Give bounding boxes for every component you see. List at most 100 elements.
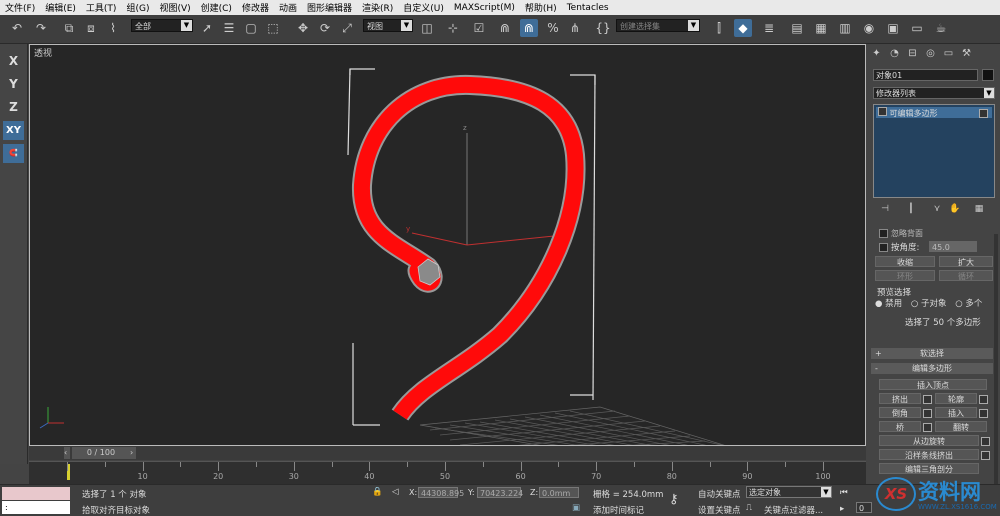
hinge-from-edge-button[interactable]: 从边旋转: [879, 435, 979, 446]
axis-x-button[interactable]: X: [3, 52, 24, 71]
graphite-tools-icon[interactable]: ▤: [788, 19, 806, 37]
angle-spinner[interactable]: 45.0: [929, 241, 977, 252]
menu-customize[interactable]: 自定义(U): [398, 1, 449, 14]
create-tab-icon[interactable]: ✦: [869, 46, 884, 61]
menu-help[interactable]: 帮助(H): [520, 1, 562, 14]
preview-subobject-radio[interactable]: ○ 子对象: [911, 299, 947, 309]
curve-editor-icon[interactable]: ▦: [812, 19, 830, 37]
shrink-button[interactable]: 收缩: [875, 256, 935, 267]
remove-modifier-icon[interactable]: ✋: [947, 202, 963, 216]
edit-named-sel-icon[interactable]: {}: [594, 19, 612, 37]
menu-modifiers[interactable]: 修改器: [237, 1, 274, 14]
key-filters-button[interactable]: 关键点过滤器...: [764, 504, 823, 516]
time-tag-icon[interactable]: ▣: [572, 503, 580, 513]
material-editor-icon[interactable]: ◉: [860, 19, 878, 37]
set-key-button[interactable]: 设置关键点: [698, 504, 741, 516]
goto-start-icon[interactable]: ⏮: [840, 488, 848, 498]
bevel-settings-icon[interactable]: [923, 409, 932, 418]
move-icon[interactable]: ✥: [294, 19, 312, 37]
keyboard-shortcut-icon[interactable]: ☑: [470, 19, 488, 37]
grow-button[interactable]: 扩大: [939, 256, 993, 267]
bind-spacewarp-icon[interactable]: ⌇: [104, 19, 122, 37]
outline-button[interactable]: 轮廓: [935, 393, 977, 404]
axis-xy-button[interactable]: XY: [3, 121, 24, 140]
bridge-settings-icon[interactable]: [923, 423, 932, 432]
inset-button[interactable]: 插入: [935, 407, 977, 418]
angle-snap-icon[interactable]: ⋒: [520, 19, 538, 37]
modifier-list-dropdown[interactable]: 修改器列表 ▼: [873, 87, 995, 99]
display-tab-icon[interactable]: ▭: [941, 46, 956, 61]
link-icon[interactable]: ⧉: [60, 19, 78, 37]
menu-tentacles[interactable]: Tentacles: [562, 3, 614, 13]
perspective-viewport[interactable]: 透视 z x y: [29, 44, 866, 446]
menu-create[interactable]: 创建(C): [196, 1, 237, 14]
pivot-icon[interactable]: ◫: [418, 19, 436, 37]
undo-icon[interactable]: ↶: [8, 19, 26, 37]
object-color-swatch[interactable]: [982, 69, 994, 81]
insert-vertex-button[interactable]: 插入顶点: [879, 379, 987, 390]
extrude-along-spline-button[interactable]: 沿样条线挤出: [879, 449, 979, 460]
time-slider-prev[interactable]: ‹: [64, 447, 70, 459]
axis-z-button[interactable]: Z: [3, 98, 24, 117]
extrude-settings-icon[interactable]: [923, 395, 932, 404]
menu-animation[interactable]: 动画: [274, 1, 302, 14]
outline-settings-icon[interactable]: [979, 395, 988, 404]
select-manipulate-icon[interactable]: ⊹: [444, 19, 462, 37]
flip-button[interactable]: 翻转: [935, 421, 987, 432]
redo-icon[interactable]: ↷: [32, 19, 50, 37]
panel-scrollbar[interactable]: [994, 234, 998, 484]
time-slider-thumb[interactable]: 0 / 100: [72, 447, 130, 459]
select-object-icon[interactable]: ➚: [198, 19, 216, 37]
x-coord-field[interactable]: 44308.895: [418, 487, 464, 498]
playback-icon[interactable]: ▸: [840, 504, 844, 514]
scale-icon[interactable]: ⤢: [338, 19, 356, 37]
menu-views[interactable]: 视图(V): [154, 1, 195, 14]
ring-button[interactable]: 环形: [875, 270, 935, 281]
maxscript-listener[interactable]: [2, 487, 70, 500]
rotate-icon[interactable]: ⟳: [316, 19, 334, 37]
mirror-icon[interactable]: ⫿: [710, 19, 728, 37]
object-name-field[interactable]: 对象01: [873, 69, 978, 81]
render-icon[interactable]: ☕: [932, 19, 950, 37]
menu-group[interactable]: 组(G): [121, 1, 154, 14]
time-slider-next[interactable]: ›: [130, 447, 136, 459]
menu-file[interactable]: 文件(F): [0, 1, 40, 14]
time-slider-track[interactable]: [29, 446, 866, 460]
key-mode-icon[interactable]: ⎍: [746, 503, 752, 513]
key-filter-dropdown[interactable]: 选定对象 ▼: [746, 486, 832, 498]
add-time-tag-button[interactable]: 添加时间标记: [593, 504, 644, 516]
ref-coord-dropdown[interactable]: 视图 ▼: [363, 19, 413, 32]
preview-multi-radio[interactable]: ○ 多个: [955, 299, 982, 309]
lock-icon[interactable]: 🔒: [372, 487, 383, 497]
inset-settings-icon[interactable]: [979, 409, 988, 418]
bevel-button[interactable]: 倒角: [879, 407, 921, 418]
motion-tab-icon[interactable]: ◎: [923, 46, 938, 61]
extrude-spline-settings-icon[interactable]: [981, 451, 990, 460]
hinge-settings-icon[interactable]: [981, 437, 990, 446]
configure-sets-icon[interactable]: ▦: [971, 202, 987, 216]
hierarchy-tab-icon[interactable]: ⊟: [905, 46, 920, 61]
spinner-snap-icon[interactable]: ⋔: [566, 19, 584, 37]
y-coord-field[interactable]: 70423.224: [477, 487, 523, 498]
utilities-tab-icon[interactable]: ⚒: [959, 46, 974, 61]
stack-item-editable-poly[interactable]: 可编辑多边形: [876, 107, 992, 118]
select-by-name-icon[interactable]: ☰: [220, 19, 238, 37]
extrude-button[interactable]: 挤出: [879, 393, 921, 404]
named-selection-field[interactable]: 创建选择集 ▼: [616, 19, 700, 32]
menu-tools[interactable]: 工具(T): [81, 1, 122, 14]
snap-toggle-icon[interactable]: ⋒: [496, 19, 514, 37]
menu-rendering[interactable]: 渲染(R): [357, 1, 398, 14]
unlink-icon[interactable]: ⧈: [82, 19, 100, 37]
rendered-frame-icon[interactable]: ▭: [908, 19, 926, 37]
current-frame-field[interactable]: 0: [856, 502, 872, 513]
axis-y-button[interactable]: Y: [3, 75, 24, 94]
menu-edit[interactable]: 编辑(E): [40, 1, 81, 14]
percent-snap-icon[interactable]: %: [544, 19, 562, 37]
stack-toggle-icon[interactable]: [979, 109, 988, 118]
by-angle-checkbox[interactable]: 按角度:: [879, 241, 919, 253]
key-icon[interactable]: ⚷: [669, 492, 679, 507]
render-setup-icon[interactable]: ▣: [884, 19, 902, 37]
align-icon[interactable]: ◆: [734, 19, 752, 37]
maxscript-input[interactable]: :: [2, 501, 70, 514]
stack-expand-icon[interactable]: [878, 107, 887, 116]
